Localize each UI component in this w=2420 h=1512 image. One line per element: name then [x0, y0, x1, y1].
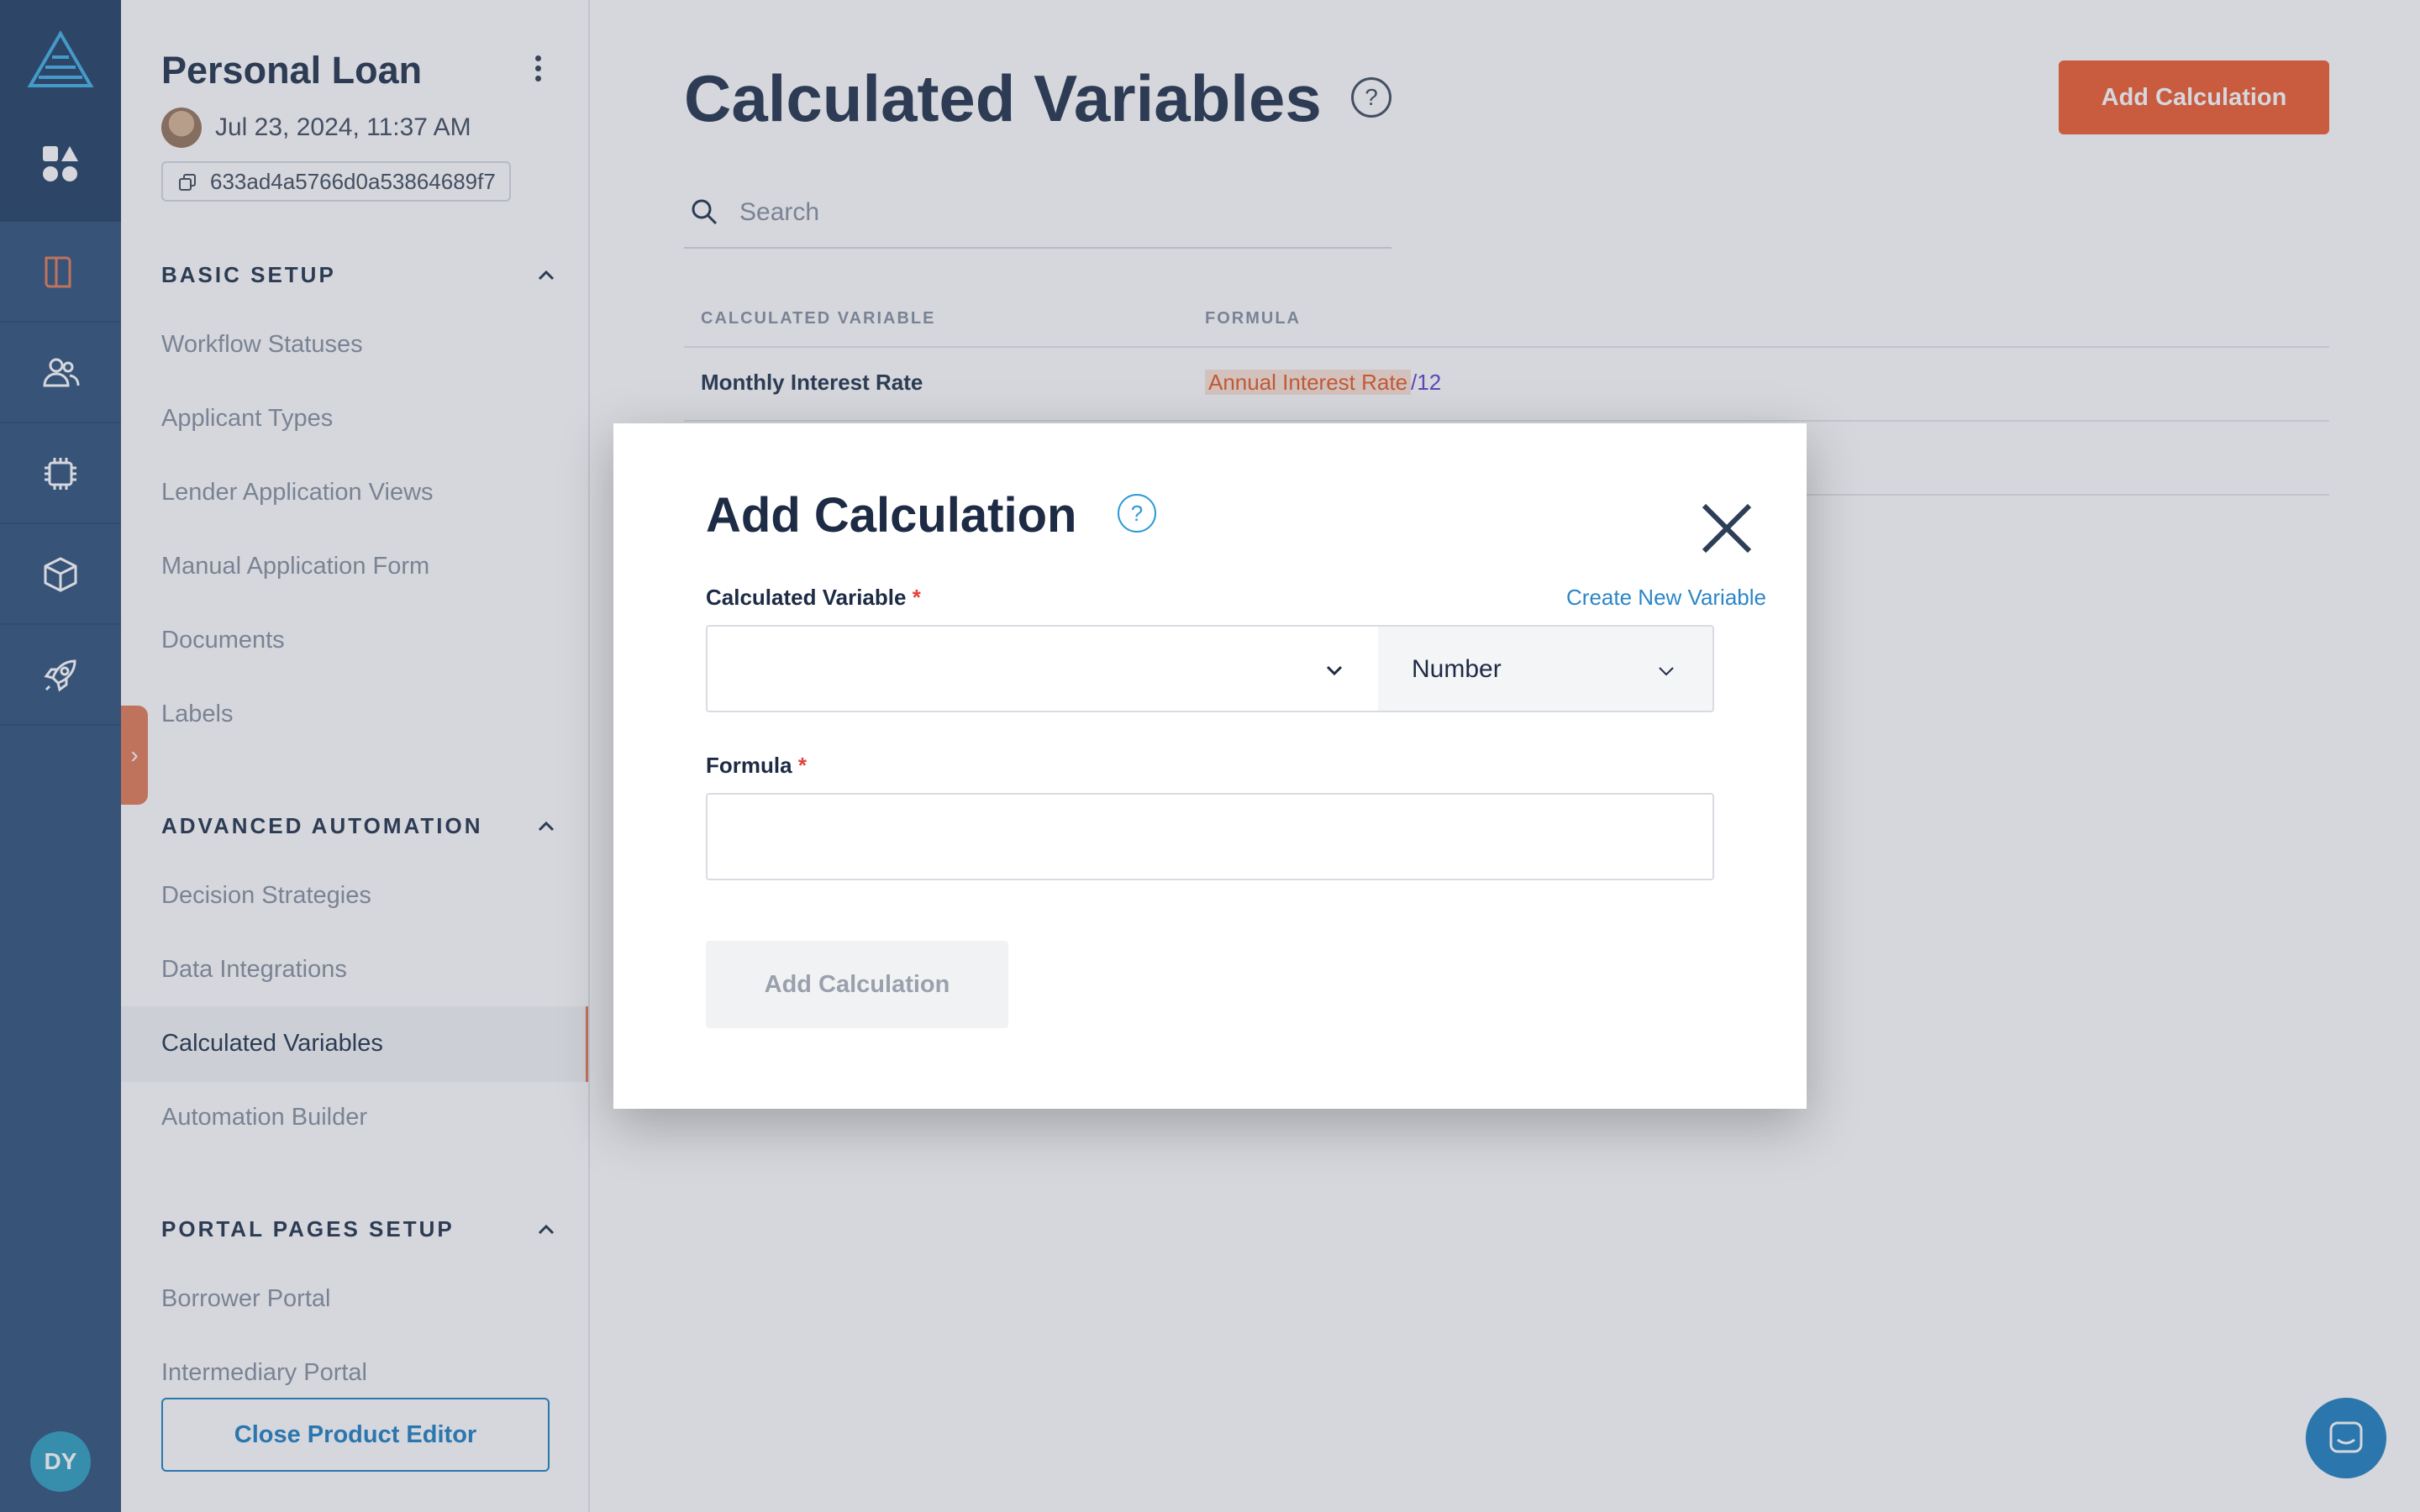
create-new-variable-link[interactable]: Create New Variable [1506, 585, 1766, 611]
formula-label: Formula * [706, 753, 807, 779]
submit-add-calculation-button[interactable]: Add Calculation [706, 941, 1008, 1028]
variable-type-select[interactable]: Number [1378, 625, 1714, 712]
modal-help-icon[interactable]: ? [1118, 494, 1156, 533]
close-icon[interactable] [1699, 501, 1754, 556]
required-marker: * [912, 585, 921, 610]
chevron-down-icon [1659, 667, 1674, 676]
calculated-variable-label: Calculated Variable * [706, 585, 921, 611]
modal-title: Add Calculation [706, 488, 1077, 543]
required-marker: * [797, 753, 807, 778]
calculated-variable-select[interactable] [706, 625, 1380, 712]
label-text: Formula [706, 753, 792, 778]
label-text: Calculated Variable [706, 585, 907, 610]
app-root: › DY Personal Loan Jul 23, 2024, 11:37 A… [0, 0, 2420, 1512]
selected-type: Number [1412, 655, 1502, 683]
chevron-down-icon [1326, 665, 1343, 676]
add-calculation-modal: Add Calculation ? Calculated Variable * … [613, 423, 1807, 1109]
formula-input[interactable] [706, 793, 1714, 880]
